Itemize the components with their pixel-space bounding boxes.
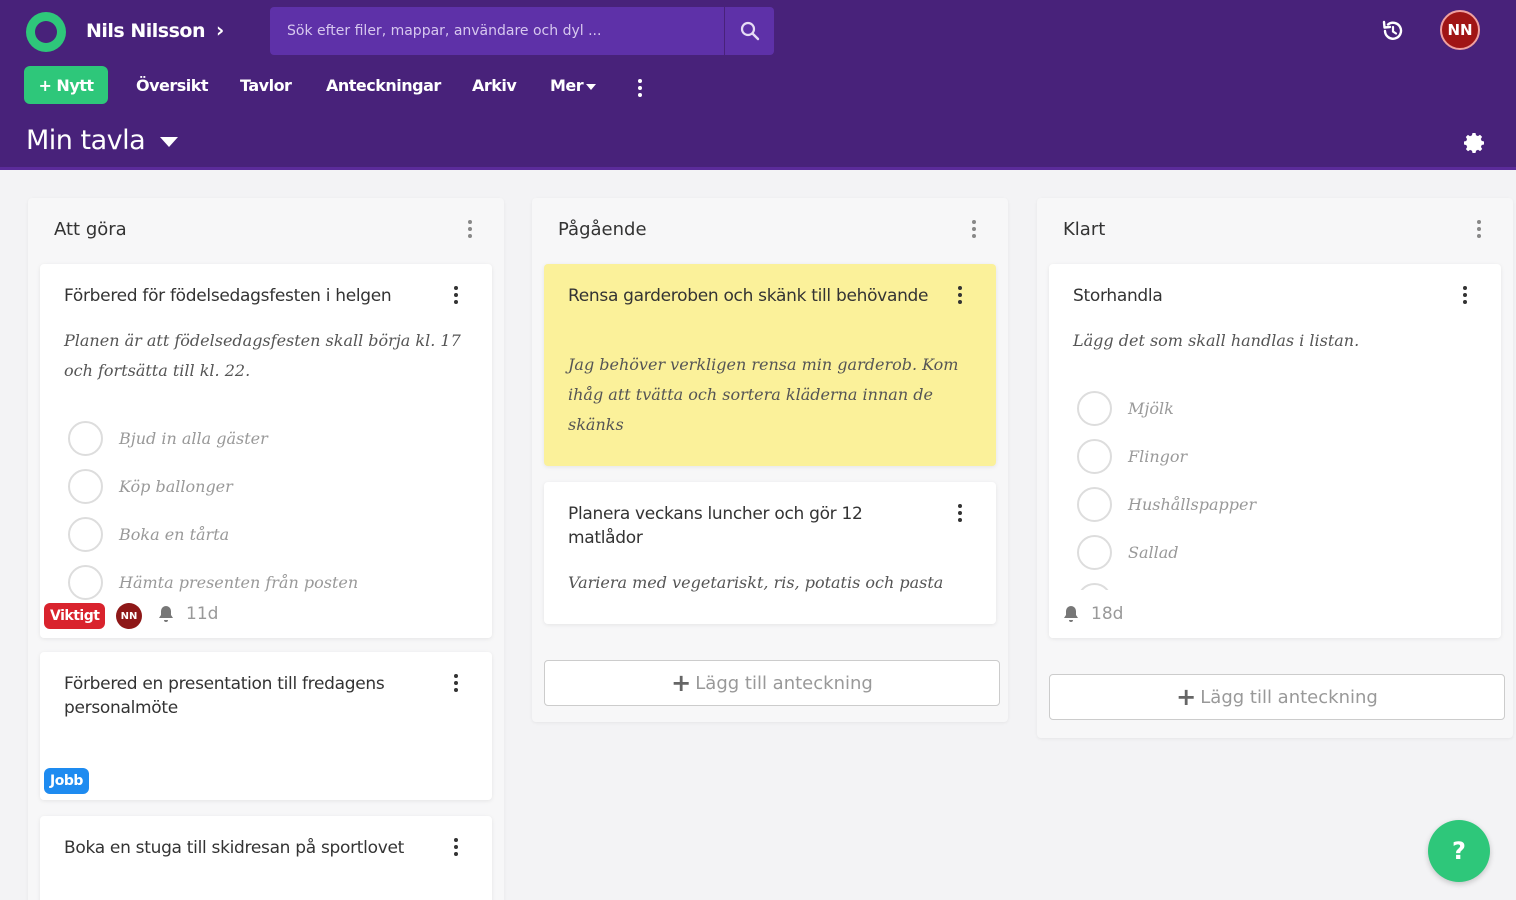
search-bar bbox=[270, 7, 774, 55]
column-menu-icon[interactable] bbox=[972, 220, 976, 238]
checkbox[interactable] bbox=[1077, 438, 1112, 474]
checklist-label: Flingor bbox=[1128, 446, 1188, 466]
board-title[interactable]: Min tavla bbox=[26, 125, 146, 156]
checkbox[interactable] bbox=[1077, 534, 1112, 570]
checklist-item: Flingor bbox=[1077, 438, 1187, 474]
card-title: Planera veckans luncher och gör 12 matlå… bbox=[568, 504, 863, 548]
checklist-item: Hämta presenten från posten bbox=[68, 564, 358, 600]
nav-more-label: Mer bbox=[550, 76, 584, 95]
card[interactable]: Förbered för födelsedagsfesten i helgen … bbox=[40, 264, 492, 638]
nav-more[interactable]: Mer bbox=[550, 76, 597, 95]
nav-kebab-icon[interactable] bbox=[638, 79, 642, 97]
checklist-item: Hushållspapper bbox=[1077, 486, 1256, 522]
card[interactable]: Rensa garderoben och skänk till behövand… bbox=[544, 264, 996, 466]
search-input[interactable] bbox=[270, 7, 724, 55]
tag-badge[interactable]: Jobb bbox=[44, 768, 89, 794]
column-menu-icon[interactable] bbox=[1477, 220, 1481, 238]
user-name[interactable]: Nils Nilsson bbox=[86, 20, 205, 42]
checklist-label: Sallad bbox=[1128, 542, 1179, 562]
add-note-label: Lägg till anteckning bbox=[1200, 686, 1378, 708]
checklist-label: Bjud in alla gäster bbox=[119, 428, 268, 448]
bell-icon bbox=[1064, 606, 1078, 622]
card-menu-icon[interactable] bbox=[454, 674, 458, 692]
search-button[interactable] bbox=[724, 7, 774, 55]
board-caret-down-icon[interactable] bbox=[160, 137, 178, 147]
checklist-label: Köp ballonger bbox=[119, 476, 233, 496]
checkbox[interactable] bbox=[1077, 486, 1112, 522]
checkbox[interactable] bbox=[68, 420, 103, 456]
search-icon bbox=[740, 21, 759, 41]
help-button[interactable]: ? bbox=[1428, 820, 1490, 882]
card-title: Förbered för födelsedagsfesten i helgen bbox=[64, 286, 392, 306]
column-title: Pågående bbox=[558, 219, 647, 240]
nav-archive[interactable]: Arkiv bbox=[472, 76, 517, 95]
main-nav: + Nytt bbox=[24, 66, 108, 104]
checkbox[interactable] bbox=[68, 564, 103, 600]
checklist-item: Bjud in alla gäster bbox=[68, 420, 268, 456]
new-button[interactable]: + Nytt bbox=[24, 66, 108, 104]
card-menu-icon[interactable] bbox=[1463, 286, 1467, 304]
card-description: Variera med vegetariskt, ris, potatis oc… bbox=[568, 573, 944, 592]
chevron-right-icon[interactable]: › bbox=[216, 18, 224, 42]
card-description: Lägg det som skall handlas i listan. bbox=[1073, 331, 1360, 350]
card-menu-icon[interactable] bbox=[958, 286, 962, 304]
card[interactable]: Planera veckans luncher och gör 12 matlå… bbox=[544, 482, 996, 624]
checkbox[interactable] bbox=[1077, 390, 1112, 426]
nav-overview[interactable]: Översikt bbox=[136, 76, 209, 95]
add-note-button[interactable]: + Lägg till anteckning bbox=[1049, 674, 1505, 720]
card[interactable]: Storhandla Lägg det som skall handlas i … bbox=[1049, 264, 1501, 638]
nav-boards[interactable]: Tavlor bbox=[240, 76, 292, 95]
tag-badge[interactable]: Viktigt bbox=[44, 603, 106, 629]
checklist-label: Hämta presenten från posten bbox=[119, 572, 359, 592]
card-menu-icon[interactable] bbox=[958, 504, 962, 522]
history-icon[interactable] bbox=[1380, 18, 1406, 48]
gear-icon[interactable] bbox=[1463, 131, 1487, 159]
nav-notes[interactable]: Anteckningar bbox=[326, 76, 441, 95]
card-title: Boka en stuga till skidresan på sportlov… bbox=[64, 838, 404, 858]
app-header: Nils Nilsson › NN + Nytt Översikt Tavlor… bbox=[0, 0, 1516, 170]
checklist-item: Mjölk bbox=[1077, 390, 1174, 426]
bell-icon bbox=[159, 606, 173, 622]
checklist-label: Mjölk bbox=[1128, 398, 1174, 418]
column-menu-icon[interactable] bbox=[468, 220, 472, 238]
checklist-label: Boka en tårta bbox=[119, 524, 230, 544]
checkbox[interactable] bbox=[68, 516, 103, 552]
plus-icon: + bbox=[1176, 683, 1197, 711]
add-note-button[interactable]: + Lägg till anteckning bbox=[544, 660, 1000, 706]
card-description: Jag behöver verkligen rensa min garderob… bbox=[568, 355, 959, 434]
due-date: 18d bbox=[1061, 604, 1123, 624]
column-title: Att göra bbox=[54, 219, 127, 240]
column-todo: Att göra Förbered för födelsedagsfesten … bbox=[28, 198, 504, 900]
plus-icon: + bbox=[671, 669, 692, 697]
column-done: Klart Storhandla Lägg det som skall hand… bbox=[1037, 198, 1513, 738]
assignee-avatar[interactable]: NN bbox=[116, 603, 142, 629]
checklist-label: Hushållspapper bbox=[1128, 494, 1257, 514]
user-avatar[interactable]: NN bbox=[1440, 10, 1480, 50]
add-note-label: Lägg till anteckning bbox=[695, 672, 873, 694]
checklist-item: Köp ballonger bbox=[68, 468, 233, 504]
card-description: Planen är att födelsedagsfesten skall bö… bbox=[64, 331, 461, 380]
column-in-progress: Pågående Rensa garderoben och skänk till… bbox=[532, 198, 1008, 722]
card-menu-icon[interactable] bbox=[454, 286, 458, 304]
card-title: Förbered en presentation till fredagens … bbox=[64, 674, 385, 718]
checklist-item: Boka en tårta bbox=[68, 516, 229, 552]
checkbox[interactable] bbox=[68, 468, 103, 504]
due-date-label: 18d bbox=[1091, 604, 1124, 624]
due-date: 11d bbox=[156, 604, 218, 624]
due-date-label: 11d bbox=[186, 604, 219, 624]
caret-down-icon bbox=[586, 83, 597, 90]
card-title: Storhandla bbox=[1073, 286, 1163, 306]
card-title: Rensa garderoben och skänk till behövand… bbox=[568, 286, 929, 306]
card[interactable]: Boka en stuga till skidresan på sportlov… bbox=[40, 816, 492, 900]
card-menu-icon[interactable] bbox=[454, 838, 458, 856]
column-title: Klart bbox=[1063, 219, 1106, 240]
app-logo[interactable] bbox=[26, 12, 66, 52]
checklist-item: Sallad bbox=[1077, 534, 1179, 570]
card[interactable]: Förbered en presentation till fredagens … bbox=[40, 652, 492, 800]
